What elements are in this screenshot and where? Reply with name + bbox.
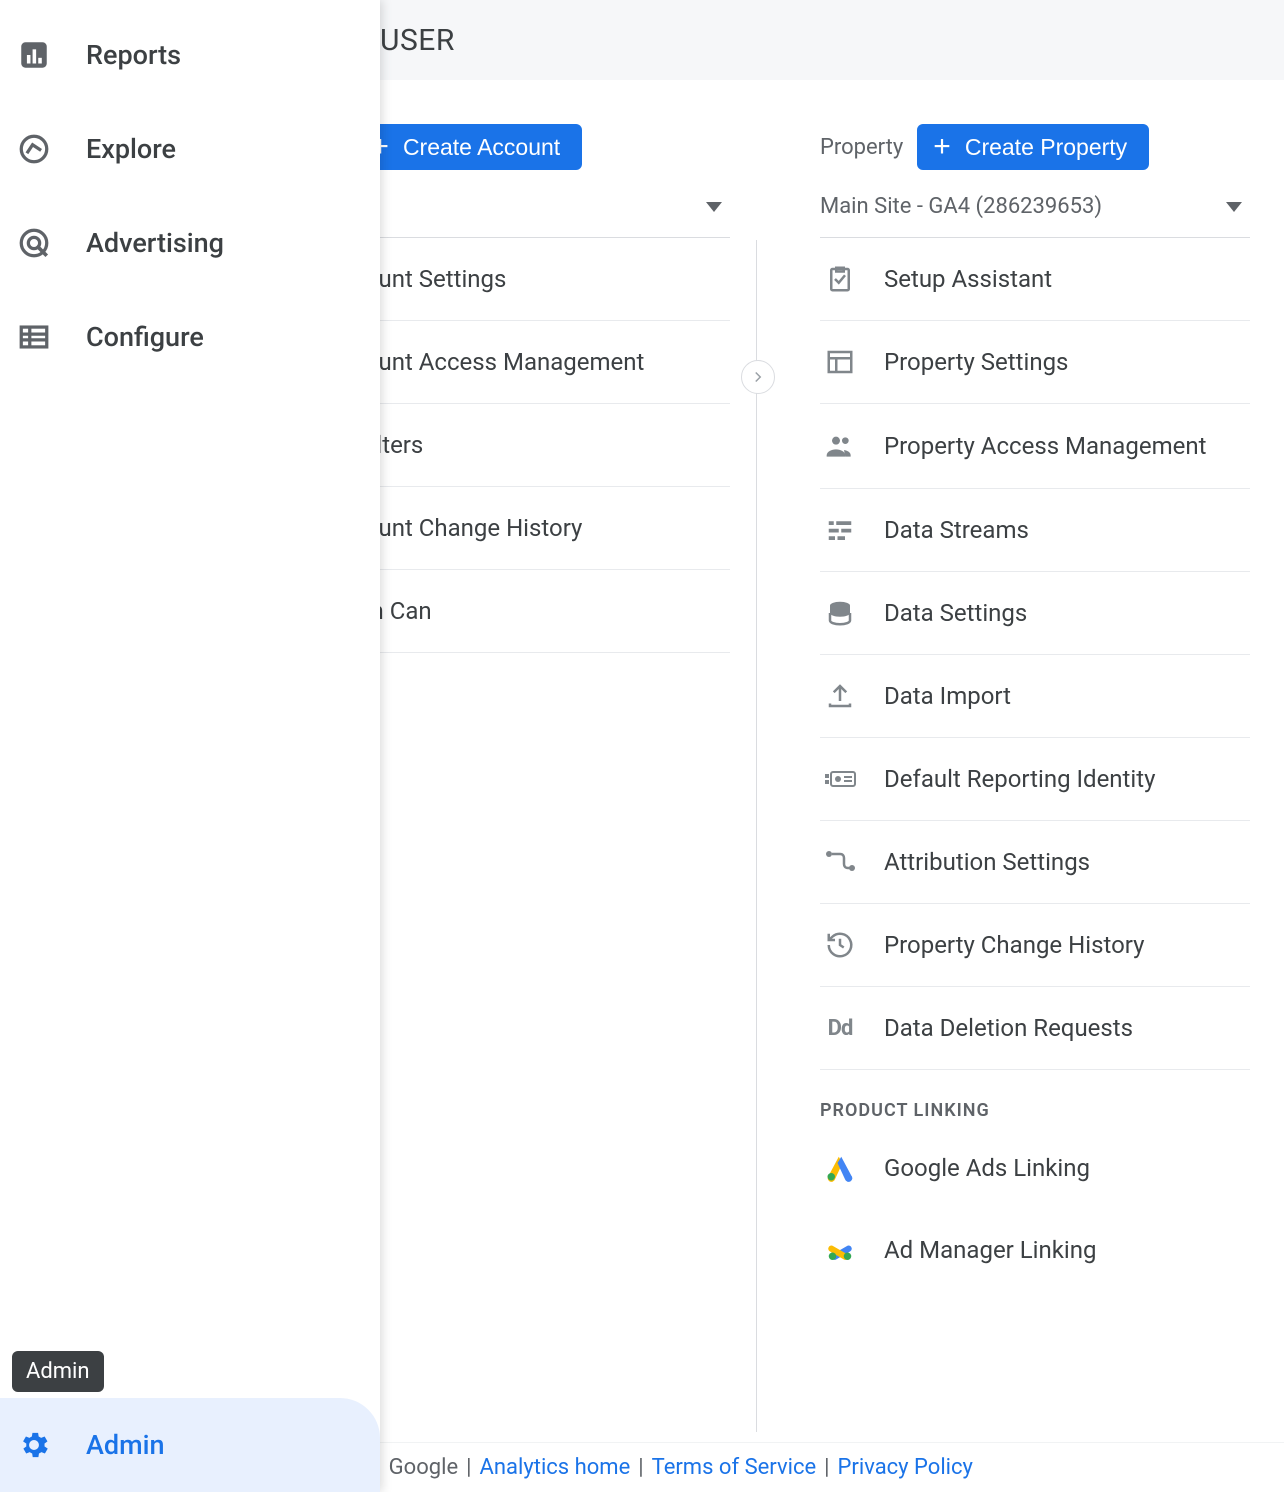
row-label: Ad Manager Linking — [884, 1235, 1097, 1265]
row-label: Property Settings — [884, 347, 1068, 377]
explore-icon — [16, 132, 52, 166]
property-row-property-settings[interactable]: Property Settings — [820, 321, 1250, 404]
people-icon — [820, 430, 860, 462]
footer-link-terms[interactable]: Terms of Service — [652, 1455, 817, 1480]
nav-label: Admin — [86, 1429, 165, 1461]
row-label: Property Access Management — [884, 431, 1206, 461]
table-icon — [16, 320, 52, 354]
database-icon — [820, 598, 860, 628]
row-label: Data Deletion Requests — [884, 1013, 1133, 1043]
property-row-data-settings[interactable]: Data Settings — [820, 572, 1250, 655]
property-row-data-import[interactable]: Data Import — [820, 655, 1250, 738]
gear-icon — [16, 1428, 52, 1462]
column-scroll-arrow[interactable] — [741, 360, 775, 394]
property-selected: Main Site - GA4 (286239653) — [820, 194, 1102, 219]
attribution-icon — [820, 848, 860, 876]
nav-label: Advertising — [86, 227, 224, 259]
property-label: Property — [820, 135, 903, 160]
row-label: Data Streams — [884, 515, 1029, 545]
nav-item-explore[interactable]: Explore — [0, 102, 380, 196]
property-row-attribution-settings[interactable]: Attribution Settings — [820, 821, 1250, 904]
upload-icon — [820, 681, 860, 711]
row-label: Data Import — [884, 681, 1011, 711]
nav-item-configure[interactable]: Configure — [0, 290, 380, 384]
id-card-icon — [820, 767, 860, 791]
admin-tooltip: Admin — [12, 1351, 104, 1392]
property-row-ad-manager-linking[interactable]: Ad Manager Linking — [820, 1209, 1250, 1291]
clipboard-check-icon — [820, 264, 860, 294]
footer-link-privacy[interactable]: Privacy Policy — [838, 1455, 973, 1480]
plus-icon: + — [933, 132, 951, 162]
row-label: Default Reporting Identity — [884, 764, 1155, 794]
chevron-down-icon — [706, 202, 722, 212]
streams-icon — [820, 515, 860, 545]
chevron-down-icon — [1226, 202, 1242, 212]
footer-link-analytics-home[interactable]: Analytics home — [480, 1455, 631, 1480]
history-icon — [820, 930, 860, 960]
nav-label: Configure — [86, 321, 204, 353]
property-row-property-access-management[interactable]: Property Access Management — [820, 404, 1250, 489]
dd-icon: Dd — [820, 1016, 860, 1041]
ad-manager-icon — [820, 1235, 860, 1265]
property-row-default-reporting-identity[interactable]: Default Reporting Identity — [820, 738, 1250, 821]
property-row-setup-assistant[interactable]: Setup Assistant — [820, 238, 1250, 321]
row-label: Property Change History — [884, 930, 1144, 960]
property-selector[interactable]: Main Site - GA4 (286239653) — [820, 176, 1250, 238]
property-row-google-ads-linking[interactable]: Google Ads Linking — [820, 1127, 1250, 1209]
create-property-label: Create Property — [965, 134, 1127, 161]
property-row-property-change-history[interactable]: Property Change History — [820, 904, 1250, 987]
row-label: Setup Assistant — [884, 264, 1052, 294]
google-ads-icon — [820, 1153, 860, 1183]
create-property-button[interactable]: + Create Property — [917, 124, 1149, 170]
property-settings-list: Setup Assistant Property Settings Proper… — [820, 238, 1250, 1291]
product-linking-heading: PRODUCT LINKING — [820, 1070, 1250, 1127]
row-label: Data Settings — [884, 598, 1027, 628]
nav-item-reports[interactable]: Reports — [0, 8, 380, 102]
column-divider — [756, 240, 757, 1432]
layout-icon — [820, 347, 860, 377]
property-row-data-deletion-requests[interactable]: Dd Data Deletion Requests — [820, 987, 1250, 1070]
nav-label: Reports — [86, 39, 181, 71]
create-account-button[interactable]: + Create Account — [355, 124, 582, 170]
nav-item-admin[interactable]: Admin — [0, 1398, 380, 1492]
nav-item-advertising[interactable]: Advertising — [0, 196, 380, 290]
row-label: Google Ads Linking — [884, 1153, 1090, 1183]
bar-chart-icon — [16, 38, 52, 72]
header-user-label: USER — [380, 23, 455, 58]
left-nav-flyout: Reports Explore Advertising Configure — [0, 0, 380, 1492]
nav-label: Explore — [86, 133, 176, 165]
advertising-icon — [16, 226, 52, 260]
property-column: Property + Create Property Main Site - G… — [820, 80, 1250, 1432]
create-account-label: Create Account — [403, 134, 560, 161]
row-label: Attribution Settings — [884, 847, 1090, 877]
property-row-data-streams[interactable]: Data Streams — [820, 489, 1250, 572]
